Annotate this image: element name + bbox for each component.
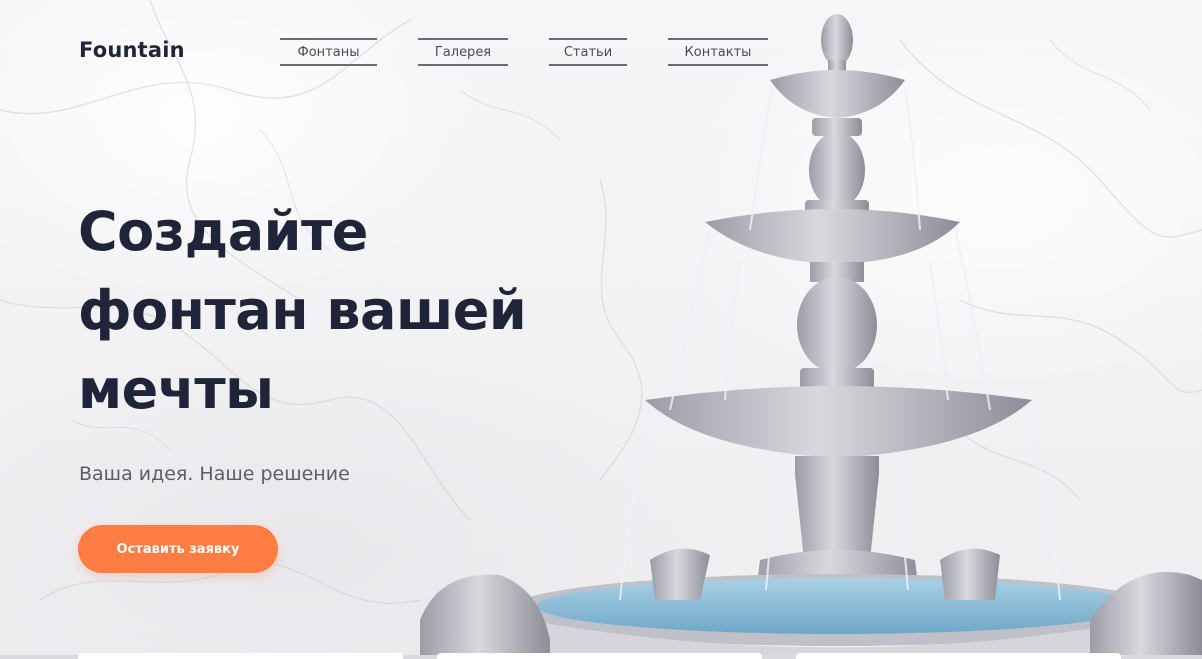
nav-item-gallery[interactable]: Галерея — [418, 38, 508, 66]
card-top-edge — [437, 653, 762, 659]
nav-item-contacts[interactable]: Контакты — [668, 38, 768, 66]
nav-item-articles[interactable]: Статьи — [549, 38, 627, 66]
card-top-edge — [78, 653, 403, 659]
hero-title-line-3: мечты — [78, 358, 274, 421]
hero-title: Создайте фонтан вашей мечты — [78, 192, 598, 429]
hero-subtitle: Ваша идея. Наше решение — [79, 463, 350, 485]
hero-title-line-2: фонтан вашей — [78, 279, 527, 342]
logo[interactable]: Fountain — [79, 38, 185, 62]
card-top-edge — [796, 653, 1121, 659]
nav-item-fountains[interactable]: Фонтаны — [280, 38, 377, 66]
hero-title-line-1: Создайте — [78, 200, 368, 263]
request-button[interactable]: Оставить заявку — [78, 525, 278, 573]
site-header: Fountain Фонтаны Галерея Статьи Контакты — [0, 0, 1202, 100]
